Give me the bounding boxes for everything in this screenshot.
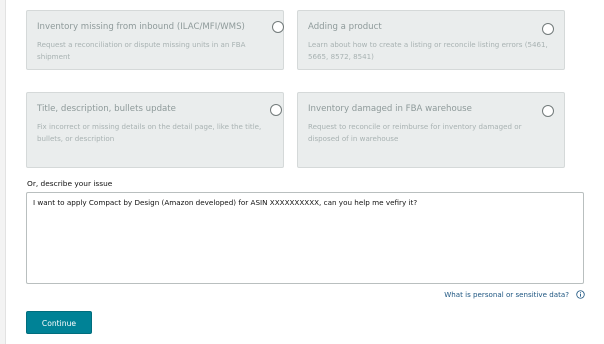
continue-button[interactable]: Continue — [26, 311, 92, 334]
info-icon[interactable] — [576, 290, 585, 299]
option-radio[interactable] — [272, 21, 284, 33]
issue-description-text: I want to apply Compact by Design (Amazo… — [33, 198, 418, 207]
option-card-adding-product[interactable]: Adding a product Learn about how to crea… — [297, 10, 565, 70]
option-title: Inventory damaged in FBA warehouse — [308, 104, 472, 114]
left-page-border — [0, 0, 6, 344]
option-description: Request a reconciliation or dispute miss… — [37, 40, 246, 61]
sensitive-data-link[interactable]: What is personal or sensitive data? — [444, 290, 569, 299]
option-card-inventory-missing[interactable]: Inventory missing from inbound (ILAC/MFI… — [26, 10, 284, 70]
option-title: Inventory missing from inbound (ILAC/MFI… — [37, 22, 245, 32]
option-description: Fix incorrect or missing details on the … — [37, 122, 262, 143]
option-description: Learn about how to create a listing or r… — [308, 40, 548, 61]
option-title: Title, description, bullets update — [37, 104, 176, 114]
option-radio[interactable] — [542, 105, 554, 117]
describe-issue-label: Or, describe your issue — [27, 179, 113, 188]
option-radio[interactable] — [542, 23, 554, 35]
option-radio[interactable] — [270, 104, 282, 116]
option-card-inventory-damaged[interactable]: Inventory damaged in FBA warehouse Reque… — [297, 92, 565, 168]
option-card-title-description-bullets[interactable]: Title, description, bullets update Fix i… — [26, 92, 284, 168]
issue-description-textarea[interactable]: I want to apply Compact by Design (Amazo… — [26, 192, 584, 284]
option-description: Request to reconcile or reimburse for in… — [308, 122, 522, 143]
option-title: Adding a product — [308, 22, 382, 32]
